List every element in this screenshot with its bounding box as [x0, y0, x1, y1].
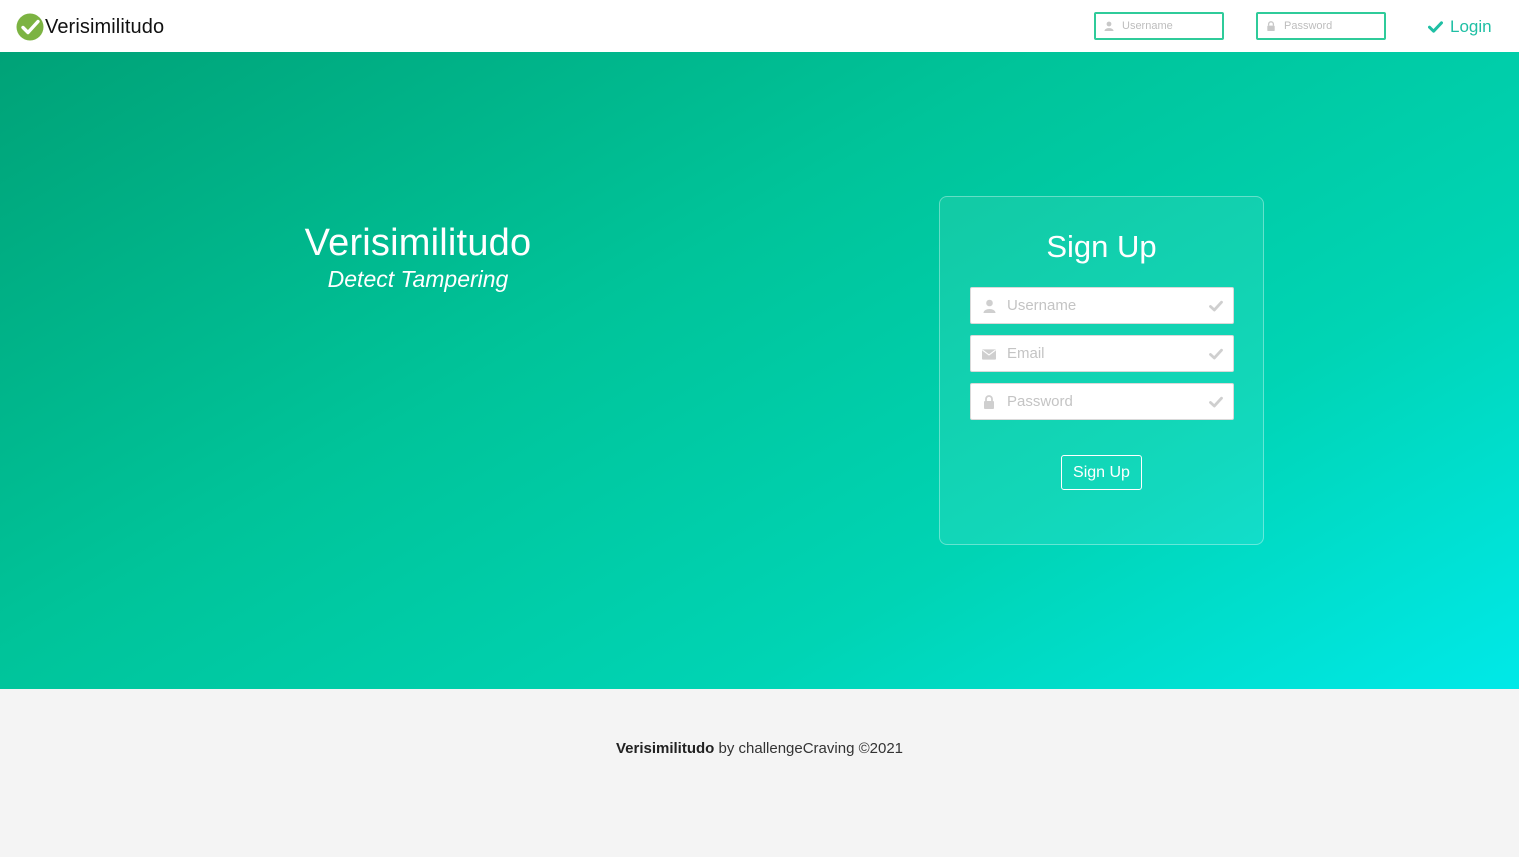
check-icon: [1428, 21, 1443, 33]
hero-section: Verisimilitudo Detect Tampering Sign Up: [0, 52, 1519, 689]
footer-brand: Verisimilitudo: [615, 740, 715, 757]
signup-username-field[interactable]: [970, 287, 1234, 324]
brand[interactable]: Verisimilitudo: [16, 12, 164, 42]
footer-by-text: by challengeCraving: [718, 740, 855, 757]
check-icon: [1209, 348, 1223, 360]
login-label: Login: [1450, 17, 1492, 36]
signup-username-input[interactable]: [1007, 297, 1197, 314]
lock-icon: [982, 394, 996, 409]
login-button[interactable]: Login: [1428, 14, 1492, 40]
check-icon: [1209, 300, 1223, 312]
lock-icon: [1267, 21, 1275, 31]
check-icon: [1209, 396, 1223, 408]
signup-password-field[interactable]: [970, 383, 1234, 420]
signup-card: Sign Up Username Email Sign Up: [939, 196, 1264, 545]
footer-copyright: ©2021: [858, 740, 904, 757]
footer: Verisimilitudo by challengeCraving ©2021: [0, 689, 1519, 857]
signup-title: Sign Up: [1046, 229, 1157, 264]
signup-email-input[interactable]: [1007, 345, 1197, 362]
brand-name: Verisimilitudo: [45, 15, 165, 38]
signup-button[interactable]: Sign Up: [1061, 455, 1142, 490]
check-circle-logo-icon: [16, 13, 44, 41]
signup-email-field[interactable]: [970, 335, 1234, 372]
footer-text: Verisimilitudo by challengeCraving ©2021: [0, 740, 1519, 757]
nav-username-field[interactable]: [1094, 12, 1224, 40]
user-icon: [982, 299, 996, 313]
nav-username-input[interactable]: [1122, 20, 1218, 32]
hero-subtitle: Detect Tampering: [327, 266, 509, 292]
navbar: Verisimilitudo Login: [0, 0, 1519, 52]
signup-password-input[interactable]: [1007, 393, 1197, 410]
user-icon: [1104, 21, 1114, 31]
nav-password-input[interactable]: [1284, 20, 1380, 32]
envelope-icon: [982, 347, 996, 361]
nav-password-field[interactable]: [1256, 12, 1386, 40]
hero-title: Verisimilitudo: [304, 222, 532, 264]
